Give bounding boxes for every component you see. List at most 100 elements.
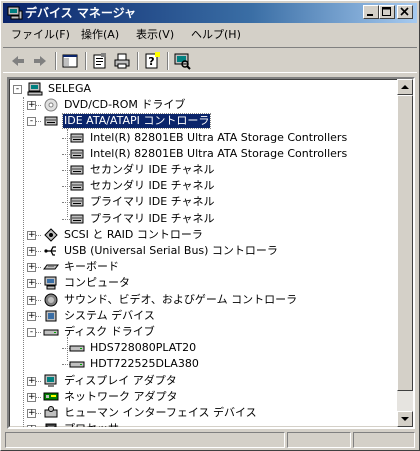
tree-item-3[interactable]: Intel(R) 82801EB Ultra ATA Storage Contr… <box>9 146 397 162</box>
tree-item-4[interactable]: セカンダリ IDE チャネル <box>9 162 397 178</box>
expand-icon[interactable]: + <box>27 425 36 427</box>
tree-item-label: ディスプレイ アダプタ <box>64 373 177 387</box>
print-button[interactable] <box>113 52 131 70</box>
device-tree[interactable]: - SELEGA + DVD/CD-ROM ドライブ - IDE ATA/ATAPI コン… <box>7 77 415 429</box>
tree-item-label: DVD/CD-ROM ドライブ <box>64 98 186 112</box>
usb-icon <box>43 243 59 259</box>
disk-drive-icon <box>69 356 85 372</box>
toolbar-separator <box>167 52 169 70</box>
show-hide-console-tree-button[interactable] <box>61 52 79 70</box>
network-adapter-icon <box>43 389 59 405</box>
tree-item-label: コンピュータ <box>64 276 130 290</box>
ide-controller-icon <box>69 178 85 194</box>
menu-action[interactable]: 操作(A) <box>81 28 119 42</box>
scroll-down-button[interactable] <box>397 411 413 427</box>
vertical-scrollbar[interactable] <box>397 79 413 427</box>
ide-controller-icon <box>69 162 85 178</box>
display-adapter-icon <box>43 373 59 389</box>
collapse-icon[interactable]: - <box>27 117 36 127</box>
expand-icon[interactable]: + <box>27 230 36 240</box>
close-icon <box>400 7 409 16</box>
scan-hardware-icon <box>174 53 191 70</box>
tree-item-10[interactable]: + キーボード <box>9 259 397 275</box>
print-icon <box>114 53 130 69</box>
back-icon <box>12 56 24 66</box>
tree-item-2[interactable]: Intel(R) 82801EB Ultra ATA Storage Contr… <box>9 130 397 146</box>
expand-icon[interactable]: + <box>27 279 36 289</box>
tree-item-9[interactable]: + USB (Universal Serial Bus) コントローラ <box>9 243 397 259</box>
disk-drive-icon <box>69 340 85 356</box>
tree-item-label: プライマリ IDE チャネル <box>90 195 215 209</box>
menu-file[interactable]: ファイル(F) <box>11 28 70 42</box>
expand-icon[interactable]: + <box>27 295 36 305</box>
status-panel-main <box>5 432 285 448</box>
title-bar[interactable]: デバイス マネージャ <box>3 3 417 23</box>
minimize-icon <box>367 14 373 16</box>
tree-item-12[interactable]: + サウンド、ビデオ、およびゲーム コントローラ <box>9 292 397 308</box>
tree-item-root[interactable]: - SELEGA <box>9 81 397 97</box>
expand-icon[interactable]: + <box>27 376 36 386</box>
forward-button[interactable] <box>31 52 49 70</box>
expand-icon[interactable]: + <box>27 311 36 321</box>
help-button[interactable]: ? <box>143 52 161 70</box>
properties-button[interactable] <box>91 52 109 70</box>
tree-item-label: SCSI と RAID コントローラ <box>64 227 203 241</box>
forward-icon <box>34 56 46 66</box>
collapse-icon[interactable]: - <box>13 85 22 94</box>
ide-controller-icon <box>69 146 85 162</box>
keyboard-icon <box>43 259 59 275</box>
tree-item-7[interactable]: プライマリ IDE チャネル <box>9 211 397 227</box>
tree-item-label: サウンド、ビデオ、およびゲーム コントローラ <box>64 292 298 306</box>
show-hide-console-tree-icon <box>62 54 78 68</box>
scroll-thumb[interactable] <box>397 95 413 391</box>
tree-item-label: システム デバイス <box>64 308 155 322</box>
tree-item-18[interactable]: + ネットワーク アダプタ <box>9 389 397 405</box>
status-panel-3 <box>353 432 415 448</box>
tree-item-15[interactable]: HDS728080PLAT20 <box>9 340 397 356</box>
svg-text:?: ? <box>148 55 154 68</box>
ide-controller-icon <box>69 211 85 227</box>
menu-help[interactable]: ヘルプ(H) <box>191 28 241 42</box>
tree-item-20[interactable]: + プロセッサ <box>9 421 397 427</box>
tree-item-13[interactable]: + システム デバイス <box>9 308 397 324</box>
tree-item-16[interactable]: HDT722525DLA380 <box>9 356 397 372</box>
ide-controller-icon <box>43 113 59 129</box>
tree-item-label: ヒューマン インターフェイス デバイス <box>64 406 257 419</box>
menu-view[interactable]: 表示(V) <box>136 28 174 42</box>
expand-icon[interactable]: + <box>27 247 36 256</box>
tree-item-label: セカンダリ IDE チャネル <box>90 179 215 193</box>
back-button[interactable] <box>9 52 27 70</box>
tree-item-5[interactable]: セカンダリ IDE チャネル <box>9 178 397 194</box>
toolbar-separator <box>85 52 87 70</box>
computer-root-icon <box>27 81 43 97</box>
processor-icon <box>43 421 59 427</box>
scan-hardware-button[interactable] <box>173 52 191 70</box>
tree-item-11[interactable]: + コンピュータ <box>9 275 397 291</box>
status-panel-2 <box>287 432 351 448</box>
tree-item-0[interactable]: + DVD/CD-ROM ドライブ <box>9 97 397 113</box>
tree-item-label: ネットワーク アダプタ <box>64 389 178 403</box>
scroll-up-button[interactable] <box>397 79 413 95</box>
tree-item-label: Intel(R) 82801EB Ultra ATA Storage Contr… <box>90 146 348 160</box>
tree-item-1[interactable]: - IDE ATA/ATAPI コントローラ <box>9 113 397 130</box>
tree-item-label: キーボード <box>64 260 119 274</box>
expand-icon[interactable]: + <box>27 409 36 418</box>
minimize-button[interactable] <box>363 5 379 19</box>
maximize-button[interactable] <box>379 5 395 19</box>
tree-item-14[interactable]: - ディスク ドライブ <box>9 324 397 340</box>
expand-icon[interactable]: + <box>27 263 36 273</box>
system-device-icon <box>43 308 59 324</box>
expand-icon[interactable]: + <box>27 101 36 111</box>
expand-icon[interactable]: + <box>27 392 36 402</box>
tree-item-6[interactable]: プライマリ IDE チャネル <box>9 194 397 210</box>
ide-controller-icon <box>69 194 85 210</box>
properties-icon <box>93 53 106 69</box>
close-button[interactable] <box>397 5 413 19</box>
tree-item-label: Intel(R) 82801EB Ultra ATA Storage Contr… <box>90 130 348 144</box>
tree-item-17[interactable]: + ディスプレイ アダプタ <box>9 373 397 389</box>
window-title: デバイス マネージャ <box>25 6 136 20</box>
tree-item-8[interactable]: + SCSI と RAID コントローラ <box>9 227 397 243</box>
collapse-icon[interactable]: - <box>27 328 36 337</box>
tree-item-label: セカンダリ IDE チャネル <box>90 163 215 176</box>
tree-item-19[interactable]: + ヒューマン インターフェイス デバイス <box>9 405 397 421</box>
